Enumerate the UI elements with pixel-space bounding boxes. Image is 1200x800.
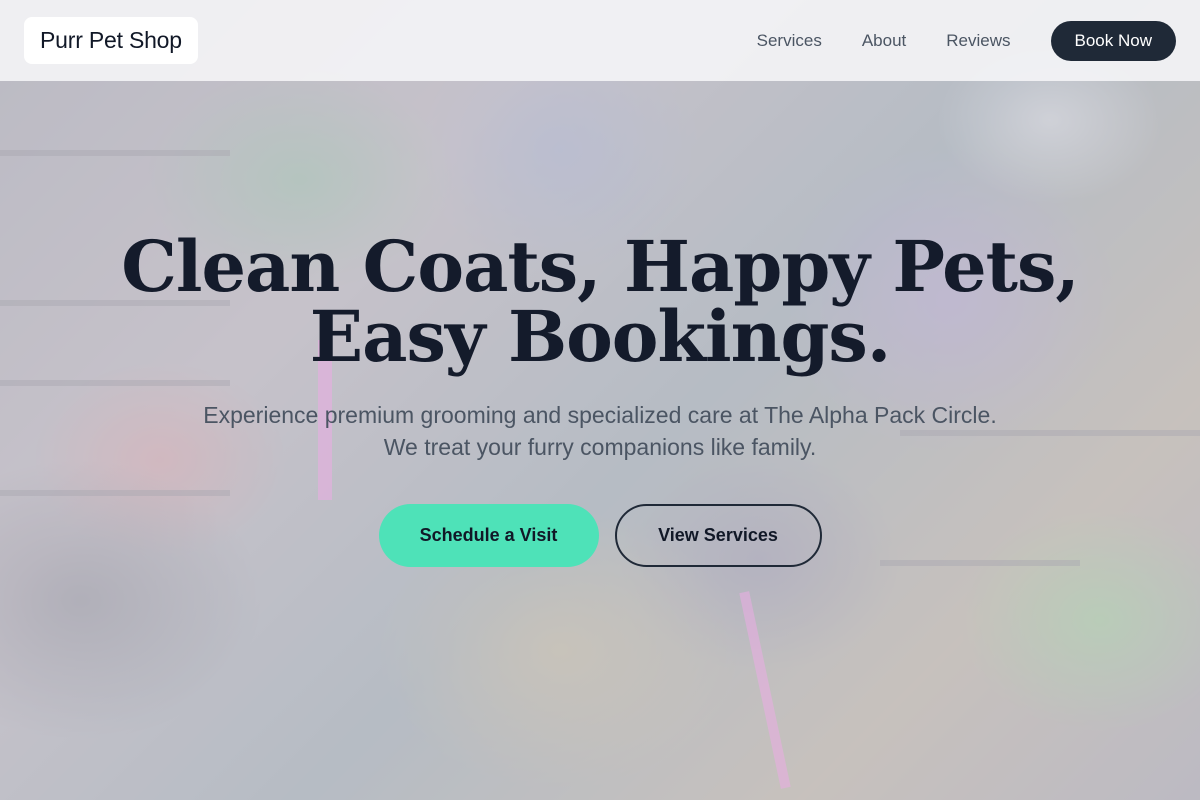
nav-link-about[interactable]: About	[862, 31, 906, 51]
site-header: Purr Pet Shop Services About Reviews Boo…	[0, 0, 1200, 81]
hero-subtext: Experience premium grooming and speciali…	[203, 402, 997, 460]
nav-link-reviews[interactable]: Reviews	[946, 31, 1010, 51]
main-nav: Services About Reviews Book Now	[757, 20, 1176, 61]
brand-logo[interactable]: Purr Pet Shop	[24, 17, 198, 64]
hero-headline-line-2: Easy Bookings.	[309, 295, 891, 378]
hero-headline-line-1: Clean Coats, Happy Pets,	[121, 225, 1080, 308]
hero-headline: Clean Coats, Happy Pets, Easy Bookings.	[0, 232, 1200, 372]
view-services-button[interactable]: View Services	[614, 504, 822, 567]
hero-section: Purr Pet Shop Services About Reviews Boo…	[0, 0, 1200, 800]
schedule-visit-button[interactable]: Schedule a Visit	[378, 504, 599, 567]
nav-link-services[interactable]: Services	[757, 31, 822, 51]
book-now-button[interactable]: Book Now	[1050, 20, 1176, 61]
hero-cta-group: Schedule a Visit View Services	[0, 504, 1200, 567]
